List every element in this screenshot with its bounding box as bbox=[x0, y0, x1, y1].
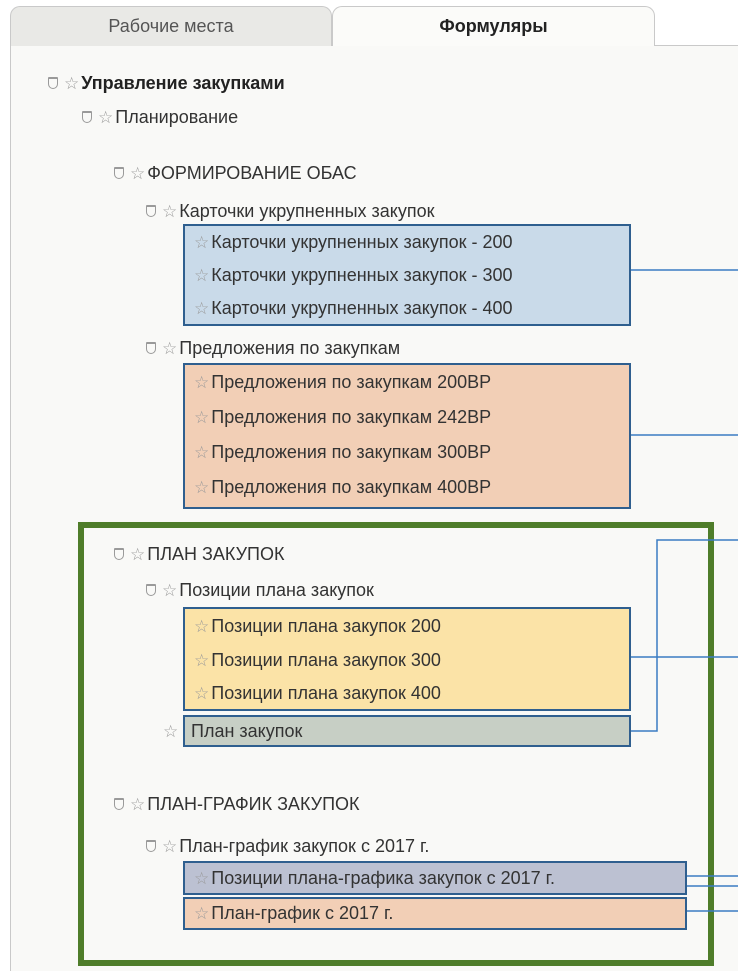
connector-lines bbox=[631, 269, 738, 912]
connector-plan bbox=[631, 539, 738, 732]
